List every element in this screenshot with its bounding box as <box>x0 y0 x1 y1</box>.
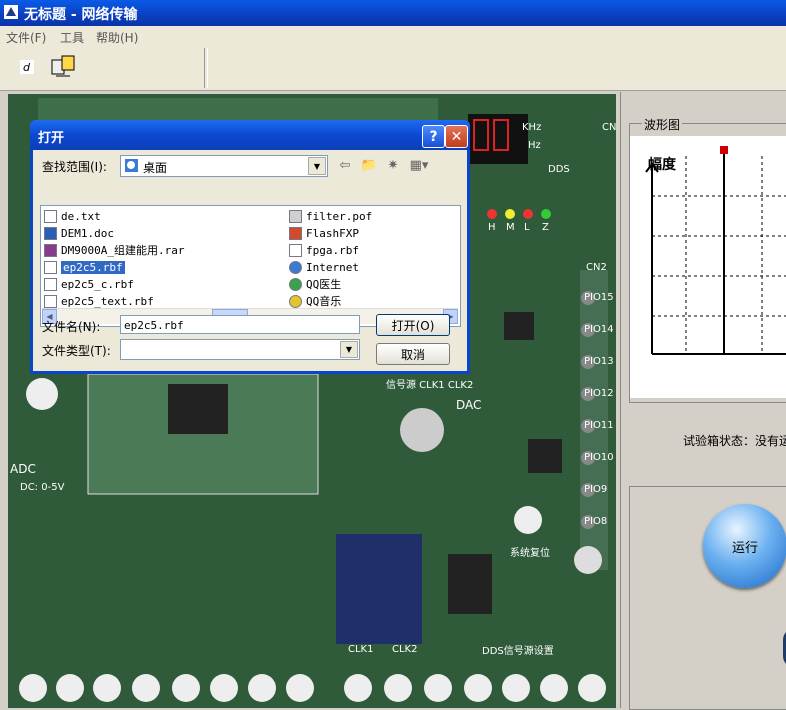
cancel-button[interactable]: 取消 <box>376 343 450 365</box>
list-item[interactable]: QQ医生 <box>289 276 341 292</box>
toolbar: d <box>0 46 786 91</box>
file-icon <box>44 294 57 308</box>
app-icon <box>4 5 18 19</box>
chevron-down-icon[interactable]: ▼ <box>340 341 358 358</box>
list-item[interactable]: de.txt <box>44 208 101 224</box>
waveform-legend: 波形图 <box>642 116 683 133</box>
board-label-cn2: CN2 <box>586 262 607 273</box>
board-label-cn3: CN3 <box>602 122 616 133</box>
filetype-label: 文件类型(T): <box>42 344 111 358</box>
menu-bar: 文件(F) 工具 帮助(H) <box>0 26 786 47</box>
board-label-dc-range: DC: 0-5V <box>20 482 65 493</box>
board-label-dac: DAC <box>456 398 482 412</box>
network-transfer-icon[interactable] <box>48 52 78 82</box>
list-item[interactable]: DM9000A_组建能用.rar <box>44 242 184 258</box>
board-label-pio14: PIO14 <box>584 324 614 335</box>
list-item[interactable]: QQ音乐 <box>289 293 341 309</box>
board-label-pio9: PIO9 <box>584 484 608 495</box>
rar-file-icon <box>44 243 57 257</box>
chevron-down-icon[interactable]: ▼ <box>308 157 326 175</box>
waveform-plot: 幅度 <box>630 136 786 398</box>
board-label-reset: 系统复位 <box>510 548 550 559</box>
list-item[interactable]: filter.pof <box>289 208 372 224</box>
filename-label: 文件名(N): <box>42 320 101 334</box>
close-icon[interactable]: ✕ <box>445 125 468 148</box>
menu-file[interactable]: 文件(F) <box>6 29 46 46</box>
file-icon <box>44 260 57 274</box>
open-button[interactable]: 打开(O) <box>376 314 450 336</box>
back-icon[interactable]: ⇦ <box>335 156 355 174</box>
board-label-signal-source: 信号源 CLK1 CLK2 <box>386 380 474 391</box>
board-label-khz: KHz <box>522 122 542 133</box>
qq-doctor-icon <box>289 277 302 291</box>
file-list: de.txt DEM1.doc DM9000A_组建能用.rar ep2c5.r… <box>40 205 461 327</box>
dialog-title: 打开 <box>38 131 65 146</box>
board-label-h: H <box>488 222 496 233</box>
board-label-adc: ADC <box>10 462 36 476</box>
list-item[interactable]: fpga.rbf <box>289 242 359 258</box>
menu-help[interactable]: 帮助(H) <box>96 29 138 46</box>
list-item[interactable]: ep2c5_c.rbf <box>44 276 134 292</box>
board-label-hz: Hz <box>528 140 541 151</box>
board-label-dds-setting: DDS信号源设置 <box>482 646 554 657</box>
dialog-title-bar: 打开 ? ✕ <box>30 120 470 150</box>
internet-icon <box>289 260 302 274</box>
desktop-icon <box>125 159 138 172</box>
board-label-pio13: PIO13 <box>584 356 614 367</box>
board-label-dds: DDS <box>548 164 570 175</box>
svg-text:d: d <box>23 61 31 74</box>
file-icon <box>289 243 302 257</box>
board-label-clk1: CLK1 <box>348 644 374 655</box>
board-label-pio12: PIO12 <box>584 388 614 399</box>
board-label-z: Z <box>542 222 549 233</box>
help-icon[interactable]: ? <box>422 125 445 148</box>
device-status: 试验箱状态：没有运 <box>683 434 786 448</box>
list-item[interactable]: FlashFXP <box>289 225 359 241</box>
board-label-pio10: PIO10 <box>584 452 614 463</box>
dialog-body: 查找范围(I): 桌面 ▼ ⇦ 📁 ✷ ▦▾ de.txt DEM1.doc D… <box>33 150 467 371</box>
list-item[interactable]: Internet <box>289 259 359 275</box>
filename-input[interactable]: ep2c5.rbf <box>120 315 360 334</box>
lookin-label: 查找范围(I): <box>42 160 107 174</box>
board-label-pio11: PIO11 <box>584 420 614 431</box>
text-file-icon <box>44 209 57 223</box>
waveform-group: 波形图 幅度 <box>629 116 786 403</box>
file-icon <box>44 277 57 291</box>
new-folder-icon[interactable]: ✷ <box>383 156 403 174</box>
lookin-value: 桌面 <box>143 161 168 175</box>
filetype-dropdown[interactable]: ▼ <box>120 339 360 360</box>
word-file-icon <box>44 226 57 240</box>
main-title-bar: 无标题 - 网络传输 <box>0 0 786 26</box>
up-folder-icon[interactable]: 📁 <box>359 156 379 174</box>
pof-file-icon <box>289 209 302 223</box>
open-file-dialog: 打开 ? ✕ 查找范围(I): 桌面 ▼ ⇦ 📁 ✷ ▦▾ de.txt DEM… <box>30 120 470 374</box>
board-label-m: M <box>506 222 515 233</box>
list-item-selected[interactable]: ep2c5.rbf <box>44 259 125 275</box>
toolbar-separator <box>204 48 208 88</box>
window-title: 无标题 - 网络传输 <box>24 7 138 23</box>
list-item[interactable]: ep2c5_text.rbf <box>44 293 154 309</box>
waveform-grid <box>645 146 786 355</box>
board-label-l: L <box>524 222 530 233</box>
flashfxp-icon <box>289 226 302 240</box>
right-panel: 波形图 幅度 试验箱状态：没有运 运行 <box>620 92 786 710</box>
run-button[interactable]: 运行 <box>703 504 786 588</box>
list-item[interactable]: DEM1.doc <box>44 225 114 241</box>
new-doc-icon[interactable]: d <box>12 52 42 82</box>
board-label-clk2: CLK2 <box>392 644 418 655</box>
qq-music-icon <box>289 294 302 308</box>
menu-tools[interactable]: 工具 <box>60 29 84 46</box>
lookin-dropdown[interactable]: 桌面 ▼ <box>120 155 328 177</box>
board-label-pio15: PIO15 <box>584 292 614 303</box>
board-label-pio8: PIO8 <box>584 516 608 527</box>
view-menu-icon[interactable]: ▦▾ <box>407 156 431 174</box>
